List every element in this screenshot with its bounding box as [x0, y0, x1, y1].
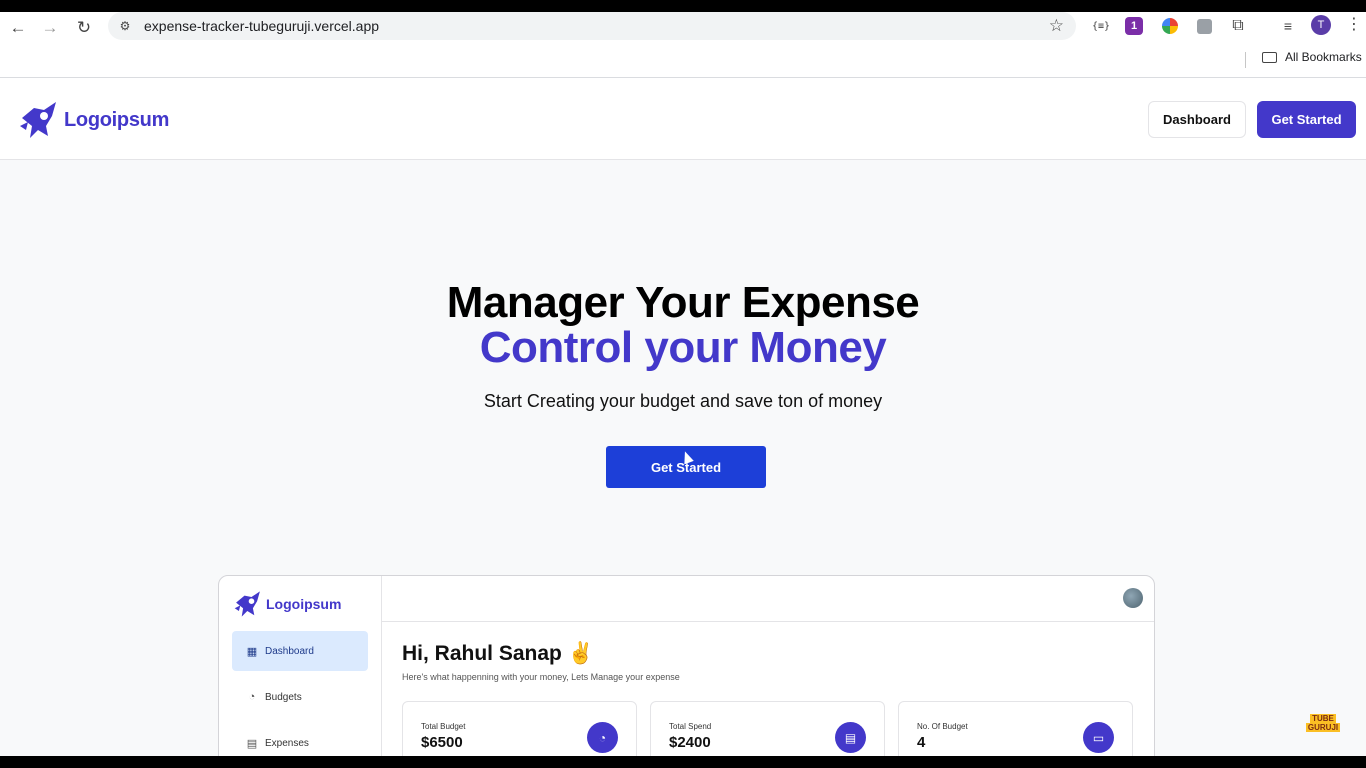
extension-badge: 1 — [1130, 20, 1138, 32]
rocket-logo-icon — [234, 591, 260, 617]
bookmark-star-icon[interactable]: ☆ — [1049, 16, 1064, 36]
hero-title-line1: Manager Your Expense — [446, 278, 920, 327]
bookmarks-bar: All Bookmarks — [0, 48, 1366, 78]
card-label: Total Spend — [669, 722, 712, 731]
preview-nav-label: Dashboard — [265, 645, 314, 657]
dashboard-preview: Logoipsum ▦ Dashboard ◔ Budgets ▤ Expens… — [218, 575, 1155, 756]
preview-greeting-subtitle: Here's what happenning with your money, … — [402, 672, 680, 682]
browser-toolbar: ← → ↻ ⚙ expense-tracker-tubeguruji.verce… — [0, 12, 1366, 48]
preview-logo: Logoipsum — [233, 590, 341, 618]
wallet-icon: ▭ — [1083, 722, 1114, 753]
preview-logo-text: Logoipsum — [266, 596, 342, 612]
extensions-puzzle-icon[interactable]: ⧉ — [1227, 15, 1249, 37]
profile-avatar[interactable]: T — [1311, 15, 1331, 35]
receipt-icon: ▤ — [246, 737, 258, 750]
site-settings-icon[interactable]: ⚙ — [118, 19, 132, 33]
browser-menu-icon[interactable]: ⋮ — [1346, 14, 1362, 34]
logo-text: Logoipsum — [64, 108, 170, 131]
total-budget-card: Total Budget $6500 ◔ — [402, 701, 637, 756]
hero-title-line2: Control your Money — [479, 323, 887, 372]
rocket-logo-icon — [20, 102, 56, 138]
preview-greeting: Hi, Rahul Sanap ✌️ — [402, 642, 594, 665]
media-control-icon[interactable]: ≡ — [1277, 15, 1299, 37]
total-spend-card: Total Spend $2400 ▤ — [650, 701, 885, 756]
preview-nav-label: Expenses — [265, 737, 309, 749]
preview-nav-dashboard[interactable]: ▦ Dashboard — [232, 631, 368, 671]
preview-nav-label: Budgets — [265, 691, 302, 703]
site-logo[interactable]: Logoipsum — [18, 100, 169, 140]
forward-arrow-icon[interactable]: → — [36, 16, 64, 40]
receipt-icon: ▤ — [835, 722, 866, 753]
piggy-bank-icon: ◔ — [248, 691, 256, 703]
extension-color-picker-icon[interactable] — [1159, 15, 1181, 37]
tube-guruji-watermark-icon: TUBE GURUJI — [1305, 714, 1341, 732]
preview-user-avatar[interactable] — [1123, 588, 1143, 608]
bookmarks-separator — [1245, 52, 1246, 68]
card-label: Total Budget — [421, 722, 466, 731]
card-value: 4 — [917, 734, 926, 751]
folder-icon — [1262, 51, 1277, 63]
address-bar[interactable]: ⚙ expense-tracker-tubeguruji.vercel.app … — [108, 12, 1076, 40]
browser-window: ← → ↻ ⚙ expense-tracker-tubeguruji.verce… — [0, 12, 1366, 756]
preview-topbar — [382, 576, 1154, 622]
extension-p-icon[interactable]: 1 — [1125, 17, 1143, 35]
card-label: No. Of Budget — [917, 722, 968, 731]
preview-sidebar: Logoipsum ▦ Dashboard ◔ Budgets ▤ Expens… — [219, 576, 382, 756]
preview-nav-budgets[interactable]: ◔ Budgets — [232, 677, 368, 717]
preview-nav-expenses[interactable]: ▤ Expenses — [232, 723, 368, 756]
hero-subtitle: Start Creating your budget and save ton … — [483, 391, 883, 411]
extension-code-icon[interactable]: {≡} — [1090, 15, 1112, 37]
all-bookmarks-label: All Bookmarks — [1285, 50, 1362, 64]
all-bookmarks-button[interactable]: All Bookmarks — [1262, 50, 1362, 64]
extension-grey-icon[interactable] — [1193, 15, 1215, 37]
site-header: Logoipsum Dashboard Get Started — [0, 78, 1366, 160]
header-get-started-button[interactable]: Get Started — [1257, 101, 1356, 138]
hero-section: Manager Your Expense Control your Money … — [0, 160, 1366, 756]
budget-count-card: No. Of Budget 4 ▭ — [898, 701, 1133, 756]
card-value: $6500 — [421, 734, 463, 751]
address-bar-url[interactable]: expense-tracker-tubeguruji.vercel.app — [144, 18, 379, 34]
reload-icon[interactable]: ↻ — [70, 16, 98, 40]
back-arrow-icon[interactable]: ← — [4, 16, 32, 40]
card-value: $2400 — [669, 734, 711, 751]
piggy-bank-icon: ◔ — [587, 722, 618, 753]
grid-icon: ▦ — [246, 645, 258, 658]
dashboard-button[interactable]: Dashboard — [1148, 101, 1246, 138]
